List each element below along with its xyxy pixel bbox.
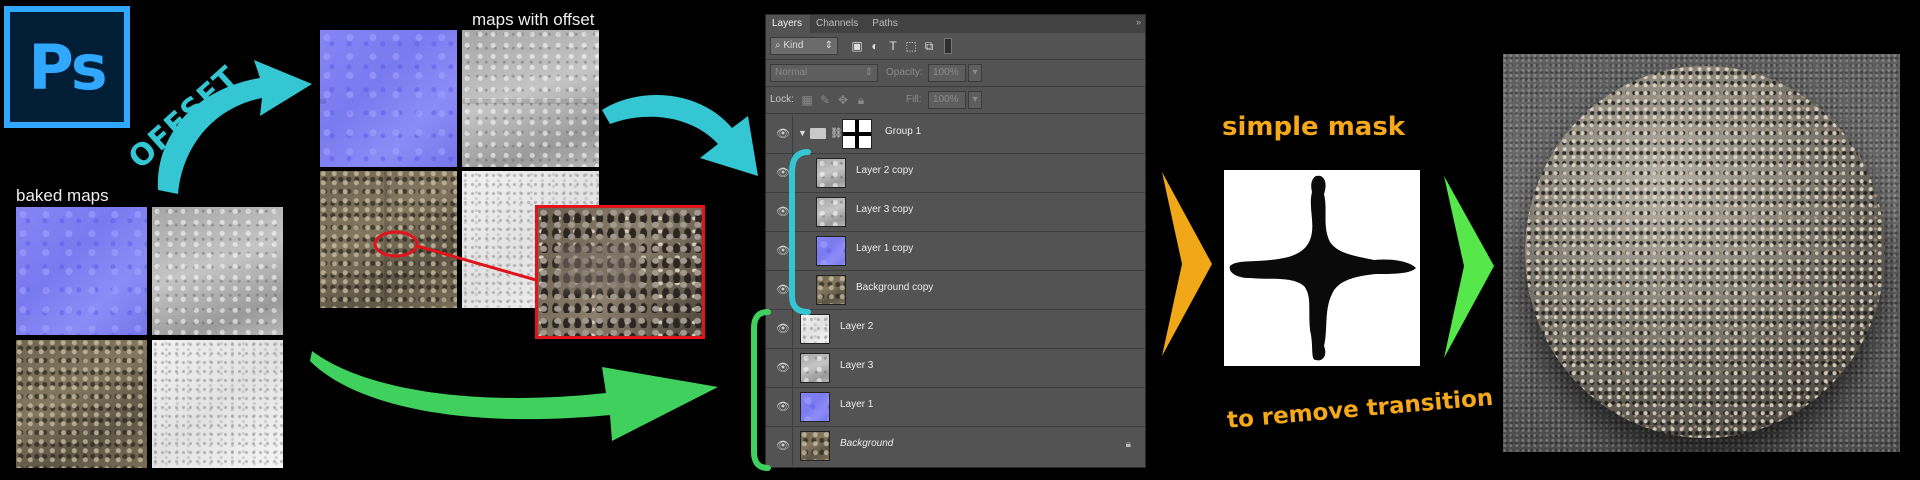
adjustment-filter-icon[interactable]: ◐ — [868, 39, 882, 53]
lock-all-icon[interactable]: 🔒︎ — [854, 93, 868, 107]
smart-object-filter-icon[interactable]: ⧉ — [922, 39, 936, 53]
original-layers-bracket — [751, 309, 771, 471]
layer-row-group-1[interactable]: 👁︎ ▼ ⛓︎ Group 1 — [766, 115, 1145, 154]
remove-transition-label: to remove transition — [1226, 384, 1495, 434]
fill-label: Fill: — [906, 94, 922, 105]
tab-paths[interactable]: Paths — [866, 15, 906, 33]
layer-name: Layer 2 copy — [856, 165, 914, 176]
lock-transparency-icon[interactable]: ▦ — [800, 93, 814, 107]
layer-row-background-copy[interactable]: 👁︎ Background copy — [766, 271, 1145, 310]
layer-row-layer-3-copy[interactable]: 👁︎ Layer 3 copy — [766, 193, 1145, 232]
link-icon[interactable]: ⛓︎ — [830, 128, 843, 139]
layer-row-layer-3[interactable]: 👁︎ Layer 3 — [766, 349, 1145, 388]
chevron-updown-icon: ⇕ — [824, 40, 833, 51]
layer-row-background[interactable]: 👁︎ Background 🔒︎ — [766, 427, 1145, 465]
layer-row-layer-2[interactable]: 👁︎ Layer 2 — [766, 310, 1145, 349]
layer-name: Layer 3 — [840, 360, 874, 371]
seam-blur — [558, 243, 638, 291]
search-icon: ⌕ — [775, 40, 781, 51]
blend-mode-value: Normal — [775, 67, 808, 78]
arrow-to-layers — [310, 351, 718, 441]
layer-thumbnail — [800, 431, 830, 461]
pixel-filter-icon[interactable]: ▣ — [850, 39, 864, 53]
baked-albedo-map — [16, 340, 147, 468]
panel-menu-icon[interactable]: » — [1136, 17, 1141, 27]
type-filter-icon[interactable]: T — [886, 39, 900, 53]
chevron-updown-icon: ⇕ — [864, 67, 873, 78]
seam-highlight — [373, 230, 537, 282]
textured-sphere — [1525, 66, 1885, 438]
baked-roughness-map — [152, 207, 283, 335]
layers-panel: Layers Channels Paths » ⌕ Kind ⇕ ▣ ◐ T ⬚… — [765, 14, 1146, 468]
fill-input[interactable]: 100% — [928, 91, 966, 109]
shape-filter-icon[interactable]: ⬚ — [904, 39, 918, 53]
fill-dropdown-icon[interactable]: ▾ — [968, 91, 982, 109]
lock-pixels-icon[interactable]: ✎ — [818, 93, 832, 107]
layer-row-layer-2-copy[interactable]: 👁︎ Layer 2 copy — [766, 154, 1145, 193]
layer-row-layer-1-copy[interactable]: 👁︎ Layer 1 copy — [766, 232, 1145, 271]
group-mask-thumbnail[interactable] — [842, 119, 872, 149]
tab-channels[interactable]: Channels — [810, 15, 866, 33]
layer-name: Layer 2 — [840, 321, 874, 332]
lock-position-icon[interactable]: ✥ — [836, 93, 850, 107]
layer-thumbnail — [800, 353, 830, 383]
opacity-dropdown-icon[interactable]: ▾ — [968, 64, 982, 82]
layer-thumbnail — [800, 314, 830, 344]
baked-normal-map — [16, 207, 147, 335]
final-render-image — [1503, 54, 1900, 452]
folder-icon — [810, 128, 826, 139]
layer-row-layer-1[interactable]: 👁︎ Layer 1 — [766, 388, 1145, 427]
copy-layers-bracket — [789, 149, 811, 315]
visibility-eye-icon[interactable]: 👁︎ — [776, 127, 790, 140]
offset-roughness-map — [462, 30, 599, 167]
simple-mask-image — [1224, 170, 1420, 366]
baked-maps-label: baked maps — [16, 186, 109, 205]
lock-label: Lock: — [770, 94, 794, 105]
tab-layers[interactable]: Layers — [766, 15, 811, 33]
panel-tabs: Layers Channels Paths — [766, 15, 1145, 33]
filter-kind-value: Kind — [783, 40, 804, 51]
opacity-input[interactable]: 100% — [928, 64, 966, 82]
maps-with-offset-label: maps with offset — [472, 10, 595, 29]
layer-name: Layer 3 copy — [856, 204, 914, 215]
photoshop-logo: Ps — [4, 6, 130, 128]
offset-normal-map — [320, 30, 457, 167]
layer-name: Group 1 — [885, 126, 922, 137]
blend-mode-select[interactable]: Normal ⇕ — [770, 64, 878, 82]
layer-thumbnail — [800, 392, 830, 422]
layer-name: Background copy — [856, 282, 934, 293]
baked-height-map — [152, 340, 283, 468]
simple-mask-label: simple mask — [1222, 112, 1406, 142]
filter-toggle-switch[interactable] — [944, 38, 952, 54]
lock-icon: 🔒︎ — [1125, 439, 1131, 450]
green-chevron-arrow — [1444, 176, 1494, 358]
orange-chevron-arrow — [1162, 172, 1212, 356]
expand-arrow-icon[interactable]: ▼ — [798, 128, 807, 138]
filter-kind-select[interactable]: ⌕ Kind ⇕ — [770, 37, 838, 55]
photoshop-logo-text: Ps — [28, 30, 107, 104]
opacity-label: Opacity: — [886, 67, 923, 78]
layer-name: Layer 1 — [840, 399, 874, 410]
arrow-to-group — [602, 95, 758, 176]
layer-name: Layer 1 copy — [856, 243, 914, 254]
cross-mask-shape — [1229, 175, 1416, 361]
seam-zoom-view — [535, 205, 705, 339]
layer-name: Background — [840, 438, 894, 449]
